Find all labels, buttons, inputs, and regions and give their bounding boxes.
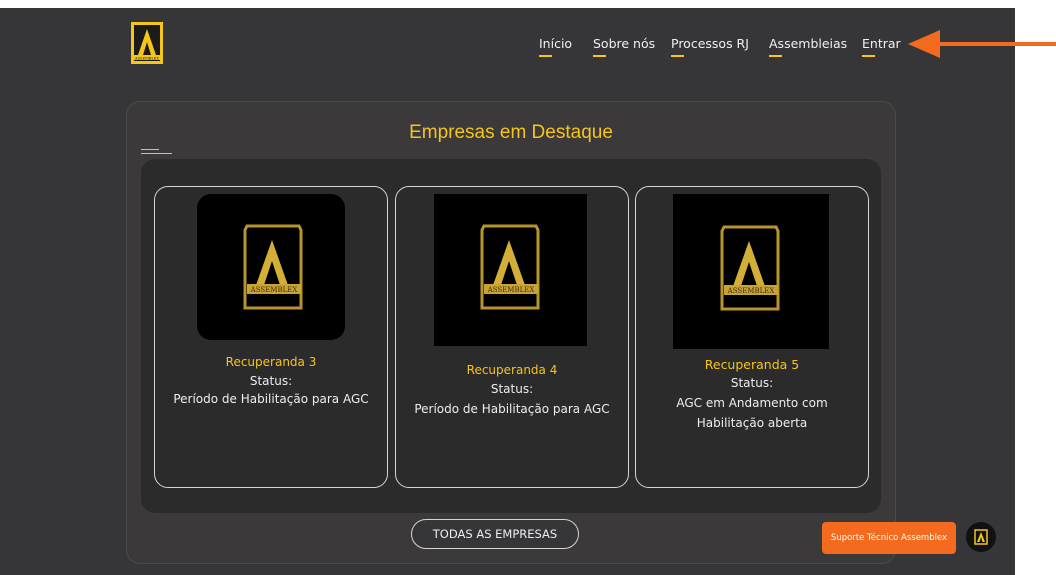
featured-title: Empresas em Destaque <box>409 122 613 143</box>
company-name: Recuperanda 5 <box>704 357 800 372</box>
support-button[interactable]: Suporte Técnico Assemblex <box>822 522 956 554</box>
status-text: AGC em Andamento com <box>676 396 828 410</box>
title-decoration <box>141 149 159 150</box>
nav-processos-rj[interactable]: Processos RJ <box>671 36 749 57</box>
status-text: Período de Habilitação para AGC <box>173 392 369 406</box>
nav-underline <box>593 55 606 57</box>
all-companies-button[interactable]: TODAS AS EMPRESAS <box>411 519 579 549</box>
nav-sobre-nos[interactable]: Sobre nós <box>593 36 656 57</box>
company-card[interactable]: ASSEMBLEX Recuperanda 3 Status: Período … <box>154 186 388 488</box>
featured-companies-panel: Empresas em Destaque ASSEMBLEX Recuperan… <box>126 101 896 564</box>
nav-entrar[interactable]: Entrar <box>862 36 901 57</box>
nav-underline <box>769 55 782 57</box>
page-viewport: ASSEMBLEX Início Sobre nós Processos RJ … <box>0 0 1015 575</box>
status-text: Habilitação aberta <box>696 416 808 430</box>
nav-label: Entrar <box>862 36 901 51</box>
svg-text:ASSEMBLEX: ASSEMBLEX <box>727 287 775 295</box>
svg-text:ASSEMBLEX: ASSEMBLEX <box>487 286 535 294</box>
title-decoration <box>141 153 172 154</box>
svg-text:ASSEMBLEX: ASSEMBLEX <box>250 286 298 294</box>
nav-assembleias[interactable]: Assembleias <box>769 36 848 57</box>
status-label: Status: <box>249 374 293 388</box>
nav-label: Início <box>539 36 573 51</box>
company-name: Recuperanda 3 <box>225 355 317 369</box>
company-name: Recuperanda 4 <box>466 363 558 377</box>
nav-label: Sobre nós <box>593 36 656 51</box>
company-logo-image: ASSEMBLEX <box>434 194 587 346</box>
nav-label: Assembleias <box>769 36 848 51</box>
company-logo-image: ASSEMBLEX <box>673 194 829 349</box>
cards-container: ASSEMBLEX Recuperanda 3 Status: Período … <box>141 159 881 513</box>
nav-underline <box>862 55 875 57</box>
company-card[interactable]: ASSEMBLEX Recuperanda 5 Status: AGC em A… <box>635 186 869 488</box>
status-label: Status: <box>730 376 774 390</box>
nav-underline <box>671 55 684 57</box>
company-card[interactable]: ASSEMBLEX Recuperanda 4 Status: Período … <box>395 186 629 488</box>
support-chat-icon[interactable] <box>966 522 996 552</box>
status-text: Período de Habilitação para AGC <box>414 402 610 416</box>
status-label: Status: <box>490 382 534 396</box>
nav-label: Processos RJ <box>671 36 749 51</box>
assemblex-logo[interactable]: ASSEMBLEX <box>129 20 165 66</box>
svg-text:ASSEMBLEX: ASSEMBLEX <box>134 56 159 60</box>
nav-inicio[interactable]: Início <box>539 36 573 57</box>
company-logo-image: ASSEMBLEX <box>197 194 345 340</box>
top-strip <box>0 0 1056 8</box>
nav-underline <box>539 55 552 57</box>
arrow-annotation-icon <box>906 28 1056 60</box>
